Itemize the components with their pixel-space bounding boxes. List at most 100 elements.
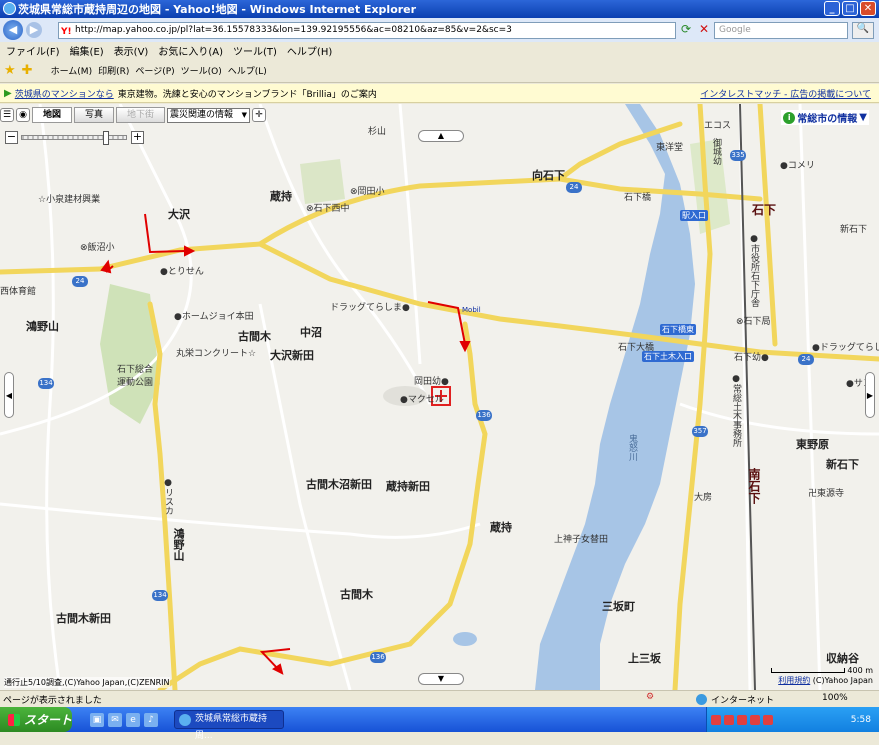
search-input[interactable]: Google: [714, 22, 848, 39]
zoom-in-button[interactable]: +: [131, 131, 144, 144]
map-label: ●コメリ: [780, 161, 815, 171]
map-label: 大沢新田: [270, 349, 314, 362]
city-info-button[interactable]: i 常総市の情報 ▼: [781, 110, 869, 125]
map-label: 東洋堂: [656, 143, 684, 153]
map-label: 大房: [694, 493, 713, 503]
tab-map[interactable]: 地図: [32, 107, 73, 123]
url-text: http://map.yahoo.co.jp/pl?lat=36.1557833…: [75, 25, 512, 35]
disaster-info-select[interactable]: 震災関連の情報: [167, 107, 251, 123]
zoom-level[interactable]: 100%: [822, 693, 848, 703]
taskbar-item-ie[interactable]: 茨城県常総市蔵持周...: [174, 710, 284, 741]
map-label: 御城幼: [711, 138, 721, 165]
menu-view[interactable]: 表示(V): [114, 43, 149, 58]
ad-info-link[interactable]: インタレストマッチ - 広告の掲載について: [700, 87, 871, 100]
zoom-slider[interactable]: − +: [5, 131, 145, 145]
map-label: 駅入口: [680, 210, 708, 221]
pan-left-button[interactable]: ◀: [4, 372, 14, 418]
tray-icon[interactable]: [724, 714, 734, 725]
zoom-out-button[interactable]: −: [5, 131, 18, 144]
map-label: 岡田幼●: [414, 377, 449, 387]
map-label: 古間木沼新田: [306, 478, 372, 491]
map-label: ●市役所石下庁舎: [749, 234, 759, 307]
map-label: ●常総土木事務所: [731, 374, 741, 447]
zoom-knob[interactable]: [103, 131, 109, 145]
menu-favorites[interactable]: お気に入り(A): [158, 43, 223, 58]
minimize-button[interactable]: _: [824, 1, 840, 16]
map-label: 大沢: [168, 208, 190, 221]
tools-button[interactable]: ツール(O): [181, 64, 222, 77]
clock: 5:58: [850, 714, 871, 725]
zoom-track[interactable]: [21, 135, 127, 140]
map-label: 丸栄コンクリート☆: [176, 349, 257, 359]
show-desktop-icon[interactable]: ▣: [90, 712, 104, 727]
route-shield: 136: [370, 652, 386, 663]
map-copyright: 通行止5/10調査,(C)Yahoo Japan,(C)ZENRIN: [4, 677, 170, 688]
terms-copyright: (C)Yahoo Japan: [812, 676, 873, 685]
media-icon[interactable]: ♪: [144, 712, 158, 727]
url-field[interactable]: Y! http://map.yahoo.co.jp/pl?lat=36.1557…: [58, 22, 676, 39]
forward-button[interactable]: ▶: [26, 22, 42, 38]
map-label: 三坂町: [602, 600, 635, 613]
yahoo-favicon-icon: Y!: [61, 27, 72, 37]
menu-tools[interactable]: ツール(T): [233, 43, 277, 58]
map-label: 収納谷: [826, 652, 859, 665]
menu-edit[interactable]: 編集(E): [70, 43, 104, 58]
favorites-star-icon[interactable]: ★: [4, 63, 16, 78]
map-mode-icon[interactable]: ☰: [0, 108, 14, 122]
route-shield: 136: [476, 410, 492, 421]
tab-underground[interactable]: 地下街: [116, 107, 166, 123]
crosshair-toggle-icon[interactable]: ✛: [252, 108, 267, 122]
tray-icon[interactable]: [763, 714, 773, 725]
add-favorites-icon[interactable]: ✚: [22, 63, 33, 78]
status-bar: ページが表示されました ⚙ インターネット 100%: [0, 690, 879, 707]
map-label: 蔵持新田: [386, 480, 430, 493]
start-button[interactable]: スタート: [0, 707, 72, 732]
close-button[interactable]: ✕: [860, 1, 876, 16]
pan-right-button[interactable]: ▶: [865, 372, 875, 418]
refresh-icon[interactable]: ⟳: [678, 22, 694, 38]
globe-icon: [696, 694, 707, 705]
outlook-icon[interactable]: ✉: [108, 712, 122, 727]
map-label: 東野原: [796, 438, 829, 451]
map-label: 石下橋: [624, 193, 652, 203]
quick-launch: ▣ ✉ e ♪: [90, 712, 158, 727]
map-label: 上神子女替田: [554, 535, 609, 545]
start-label: スタート: [24, 713, 73, 727]
menu-help[interactable]: ヘルプ(H): [287, 43, 332, 58]
pan-up-button[interactable]: ▲: [418, 130, 464, 142]
print-button[interactable]: 印刷(R): [98, 64, 129, 77]
city-info-dropdown-icon[interactable]: ▼: [859, 112, 867, 123]
map-label: 鴻野山: [172, 528, 185, 561]
security-icon[interactable]: ⚙: [646, 692, 654, 702]
tray-icon[interactable]: [750, 714, 760, 725]
map-label: Mobil: [462, 306, 481, 314]
window-title: 茨城県常総市蔵持周辺の地図 - Yahoo!地図 - Windows Inter…: [18, 3, 417, 16]
river-label: 鬼怒川: [627, 434, 637, 461]
back-button[interactable]: ◀: [3, 20, 23, 40]
menu-file[interactable]: ファイル(F): [6, 43, 60, 58]
map-canvas[interactable]: ☰ ◉ 地図 写真 地下街 震災関連の情報 ✛ − + ▲ ▼ ◀ ▶ i 常総…: [0, 104, 879, 690]
ie-launch-icon[interactable]: e: [126, 712, 140, 727]
map-label: 石下幼●: [734, 353, 769, 363]
help-button[interactable]: ヘルプ(L): [228, 64, 267, 77]
ad-link[interactable]: 茨城県のマンションなら: [15, 87, 114, 100]
tray-icon[interactable]: [737, 714, 747, 725]
maximize-button[interactable]: □: [842, 1, 858, 16]
home-button[interactable]: ホーム(M): [51, 64, 93, 77]
terms-link[interactable]: 利用規約: [778, 676, 810, 685]
route-shield: 24: [566, 182, 582, 193]
task-label: 茨城県常総市蔵持周...: [195, 714, 268, 741]
page-button[interactable]: ページ(P): [135, 64, 174, 77]
tray-icon[interactable]: [711, 714, 721, 725]
map-label: 古間木: [238, 330, 271, 343]
search-button[interactable]: 🔍: [852, 22, 874, 39]
map-label: ⊗飯沼小: [80, 243, 115, 253]
map-label: ☆小泉建材興業: [38, 195, 101, 205]
map-home-icon[interactable]: ◉: [16, 108, 30, 122]
route-shield: 357: [692, 426, 708, 437]
pan-down-button[interactable]: ▼: [418, 673, 464, 685]
stop-icon[interactable]: ✕: [696, 22, 712, 38]
scale-line: [771, 668, 846, 673]
taskbar: スタート ▣ ✉ e ♪ 茨城県常総市蔵持周... 5:58: [0, 707, 879, 741]
tab-photo[interactable]: 写真: [74, 107, 115, 123]
